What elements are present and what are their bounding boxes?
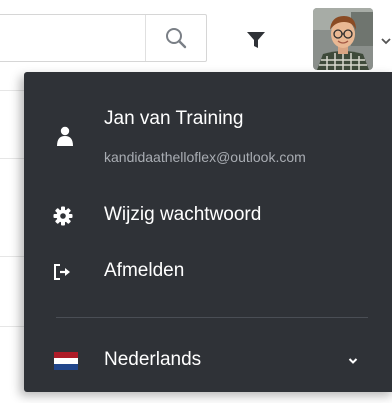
- search-box: [0, 14, 207, 62]
- search-icon: [166, 28, 187, 49]
- user-name: Jan van Training: [104, 108, 244, 129]
- change-password-item[interactable]: Wijzig wachtwoord: [24, 193, 392, 237]
- menu-divider: [56, 317, 368, 318]
- filter-icon: [247, 32, 265, 48]
- user-email: kandidaathelloflex@outlook.com: [104, 149, 306, 165]
- user-icon: [57, 126, 73, 146]
- sign-out-icon: [52, 261, 74, 283]
- language-label: Nederlands: [104, 349, 202, 370]
- netherlands-flag-icon: [54, 352, 78, 370]
- chevron-down-icon[interactable]: [380, 36, 392, 46]
- logout-item[interactable]: Afmelden: [24, 249, 392, 293]
- language-selector[interactable]: Nederlands: [24, 338, 392, 382]
- avatar-image: [313, 8, 373, 70]
- logout-label: Afmelden: [104, 260, 185, 281]
- top-bar: [0, 0, 392, 72]
- gear-icon: [52, 205, 74, 227]
- filter-button[interactable]: [244, 28, 268, 52]
- search-input[interactable]: [0, 15, 145, 61]
- change-password-label: Wijzig wachtwoord: [104, 204, 262, 225]
- user-menu-dropdown: Jan van Training kandidaathelloflex@outl…: [24, 72, 392, 392]
- chevron-down-icon: [348, 358, 358, 364]
- search-button[interactable]: [146, 15, 206, 61]
- avatar[interactable]: [313, 8, 373, 70]
